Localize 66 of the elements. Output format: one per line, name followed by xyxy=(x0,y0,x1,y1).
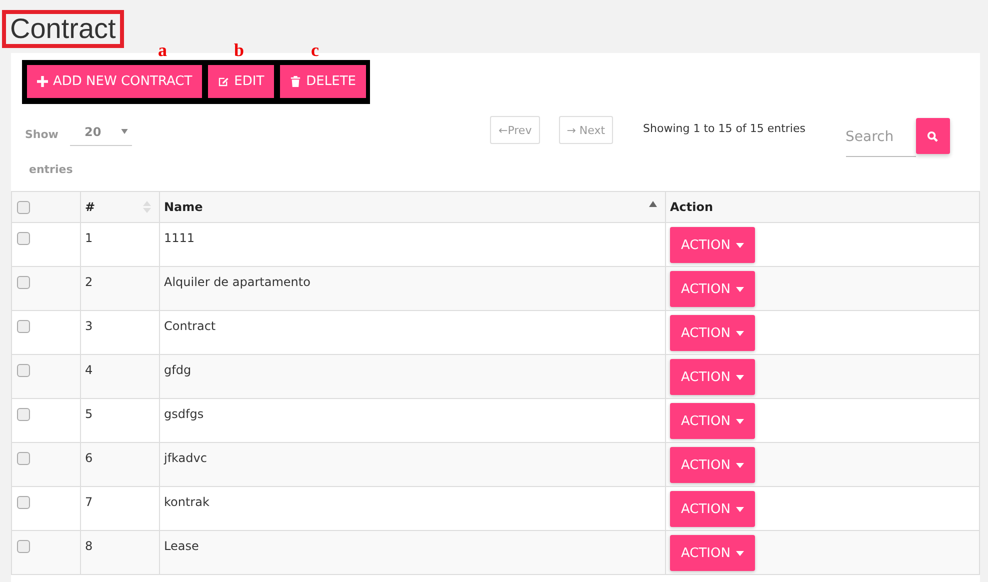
action-dropdown-button[interactable]: ACTION xyxy=(670,447,756,483)
select-all-checkbox[interactable] xyxy=(17,201,30,214)
row-number: 4 xyxy=(85,363,93,377)
page-size-select[interactable]: 20 xyxy=(70,122,132,146)
search-field[interactable]: Search xyxy=(846,118,916,157)
caret-icon xyxy=(736,462,744,468)
row-number: 3 xyxy=(85,319,93,333)
caret-icon xyxy=(736,418,744,424)
row-checkbox[interactable] xyxy=(17,276,30,290)
contract-name: Contract xyxy=(164,319,216,333)
row-number: 7 xyxy=(85,495,93,509)
caret-icon xyxy=(736,550,744,556)
sort-icon xyxy=(143,200,151,214)
caret-icon xyxy=(736,506,744,512)
caret-icon xyxy=(736,286,744,292)
action-dropdown-button[interactable]: ACTION xyxy=(670,359,756,395)
show-label: Show xyxy=(25,128,58,140)
row-number: 8 xyxy=(85,539,93,553)
edit-icon xyxy=(218,76,230,87)
plus-icon xyxy=(37,76,48,87)
caret-icon xyxy=(736,330,744,336)
action-dropdown-button[interactable]: ACTION xyxy=(670,535,756,571)
row-number: 6 xyxy=(85,451,93,465)
trash-icon xyxy=(290,76,302,87)
row-number: 5 xyxy=(85,407,93,421)
entries-label: entries xyxy=(29,163,73,176)
row-checkbox[interactable] xyxy=(17,452,30,466)
add-button[interactable]: ADD NEW CONTRACT xyxy=(27,65,202,98)
action-dropdown-button[interactable]: ACTION xyxy=(670,403,756,439)
contract-name: Lease xyxy=(164,539,199,553)
column-header[interactable]: Name xyxy=(164,200,203,214)
entries-info: Showing 1 to 15 of 15 entries xyxy=(643,122,806,135)
action-dropdown-button[interactable]: ACTION xyxy=(670,315,756,351)
edit-button[interactable]: EDIT xyxy=(208,65,274,98)
caret-icon xyxy=(736,374,744,380)
column-header[interactable]: # xyxy=(85,200,96,214)
contract-name: kontrak xyxy=(164,495,210,509)
page-title: Contract xyxy=(2,10,124,48)
row-checkbox[interactable] xyxy=(17,320,30,334)
contract-name: jfkadvc xyxy=(164,451,207,465)
search-icon xyxy=(927,130,938,142)
contract-name: 1111 xyxy=(164,231,195,245)
contract-name: gsdfgs xyxy=(164,407,204,421)
contract-name: Alquiler de apartamento xyxy=(164,275,310,289)
search-button[interactable] xyxy=(916,118,950,154)
annotation-letter: c xyxy=(311,41,319,59)
action-dropdown-button[interactable]: ACTION xyxy=(670,271,756,307)
prev-button[interactable]: ←Prev xyxy=(490,116,540,144)
caret-icon xyxy=(121,129,128,134)
next-button[interactable]: → Next xyxy=(558,116,614,144)
row-checkbox[interactable] xyxy=(17,232,30,246)
delete-button[interactable]: DELETE xyxy=(280,65,366,98)
annotation-letter: b xyxy=(234,41,244,59)
row-number: 1 xyxy=(85,231,93,245)
column-header: Action xyxy=(670,200,714,214)
action-dropdown-button[interactable]: ACTION xyxy=(670,491,756,527)
sort-ascending-icon xyxy=(649,201,657,207)
contract-name: gfdg xyxy=(164,363,192,377)
caret-icon xyxy=(736,242,744,248)
action-dropdown-button[interactable]: ACTION xyxy=(670,227,756,263)
row-checkbox[interactable] xyxy=(17,540,30,554)
row-checkbox[interactable] xyxy=(17,408,30,422)
row-checkbox[interactable] xyxy=(17,364,30,378)
row-checkbox[interactable] xyxy=(17,496,30,510)
annotation-letter: a xyxy=(158,41,167,59)
row-number: 2 xyxy=(85,275,93,289)
